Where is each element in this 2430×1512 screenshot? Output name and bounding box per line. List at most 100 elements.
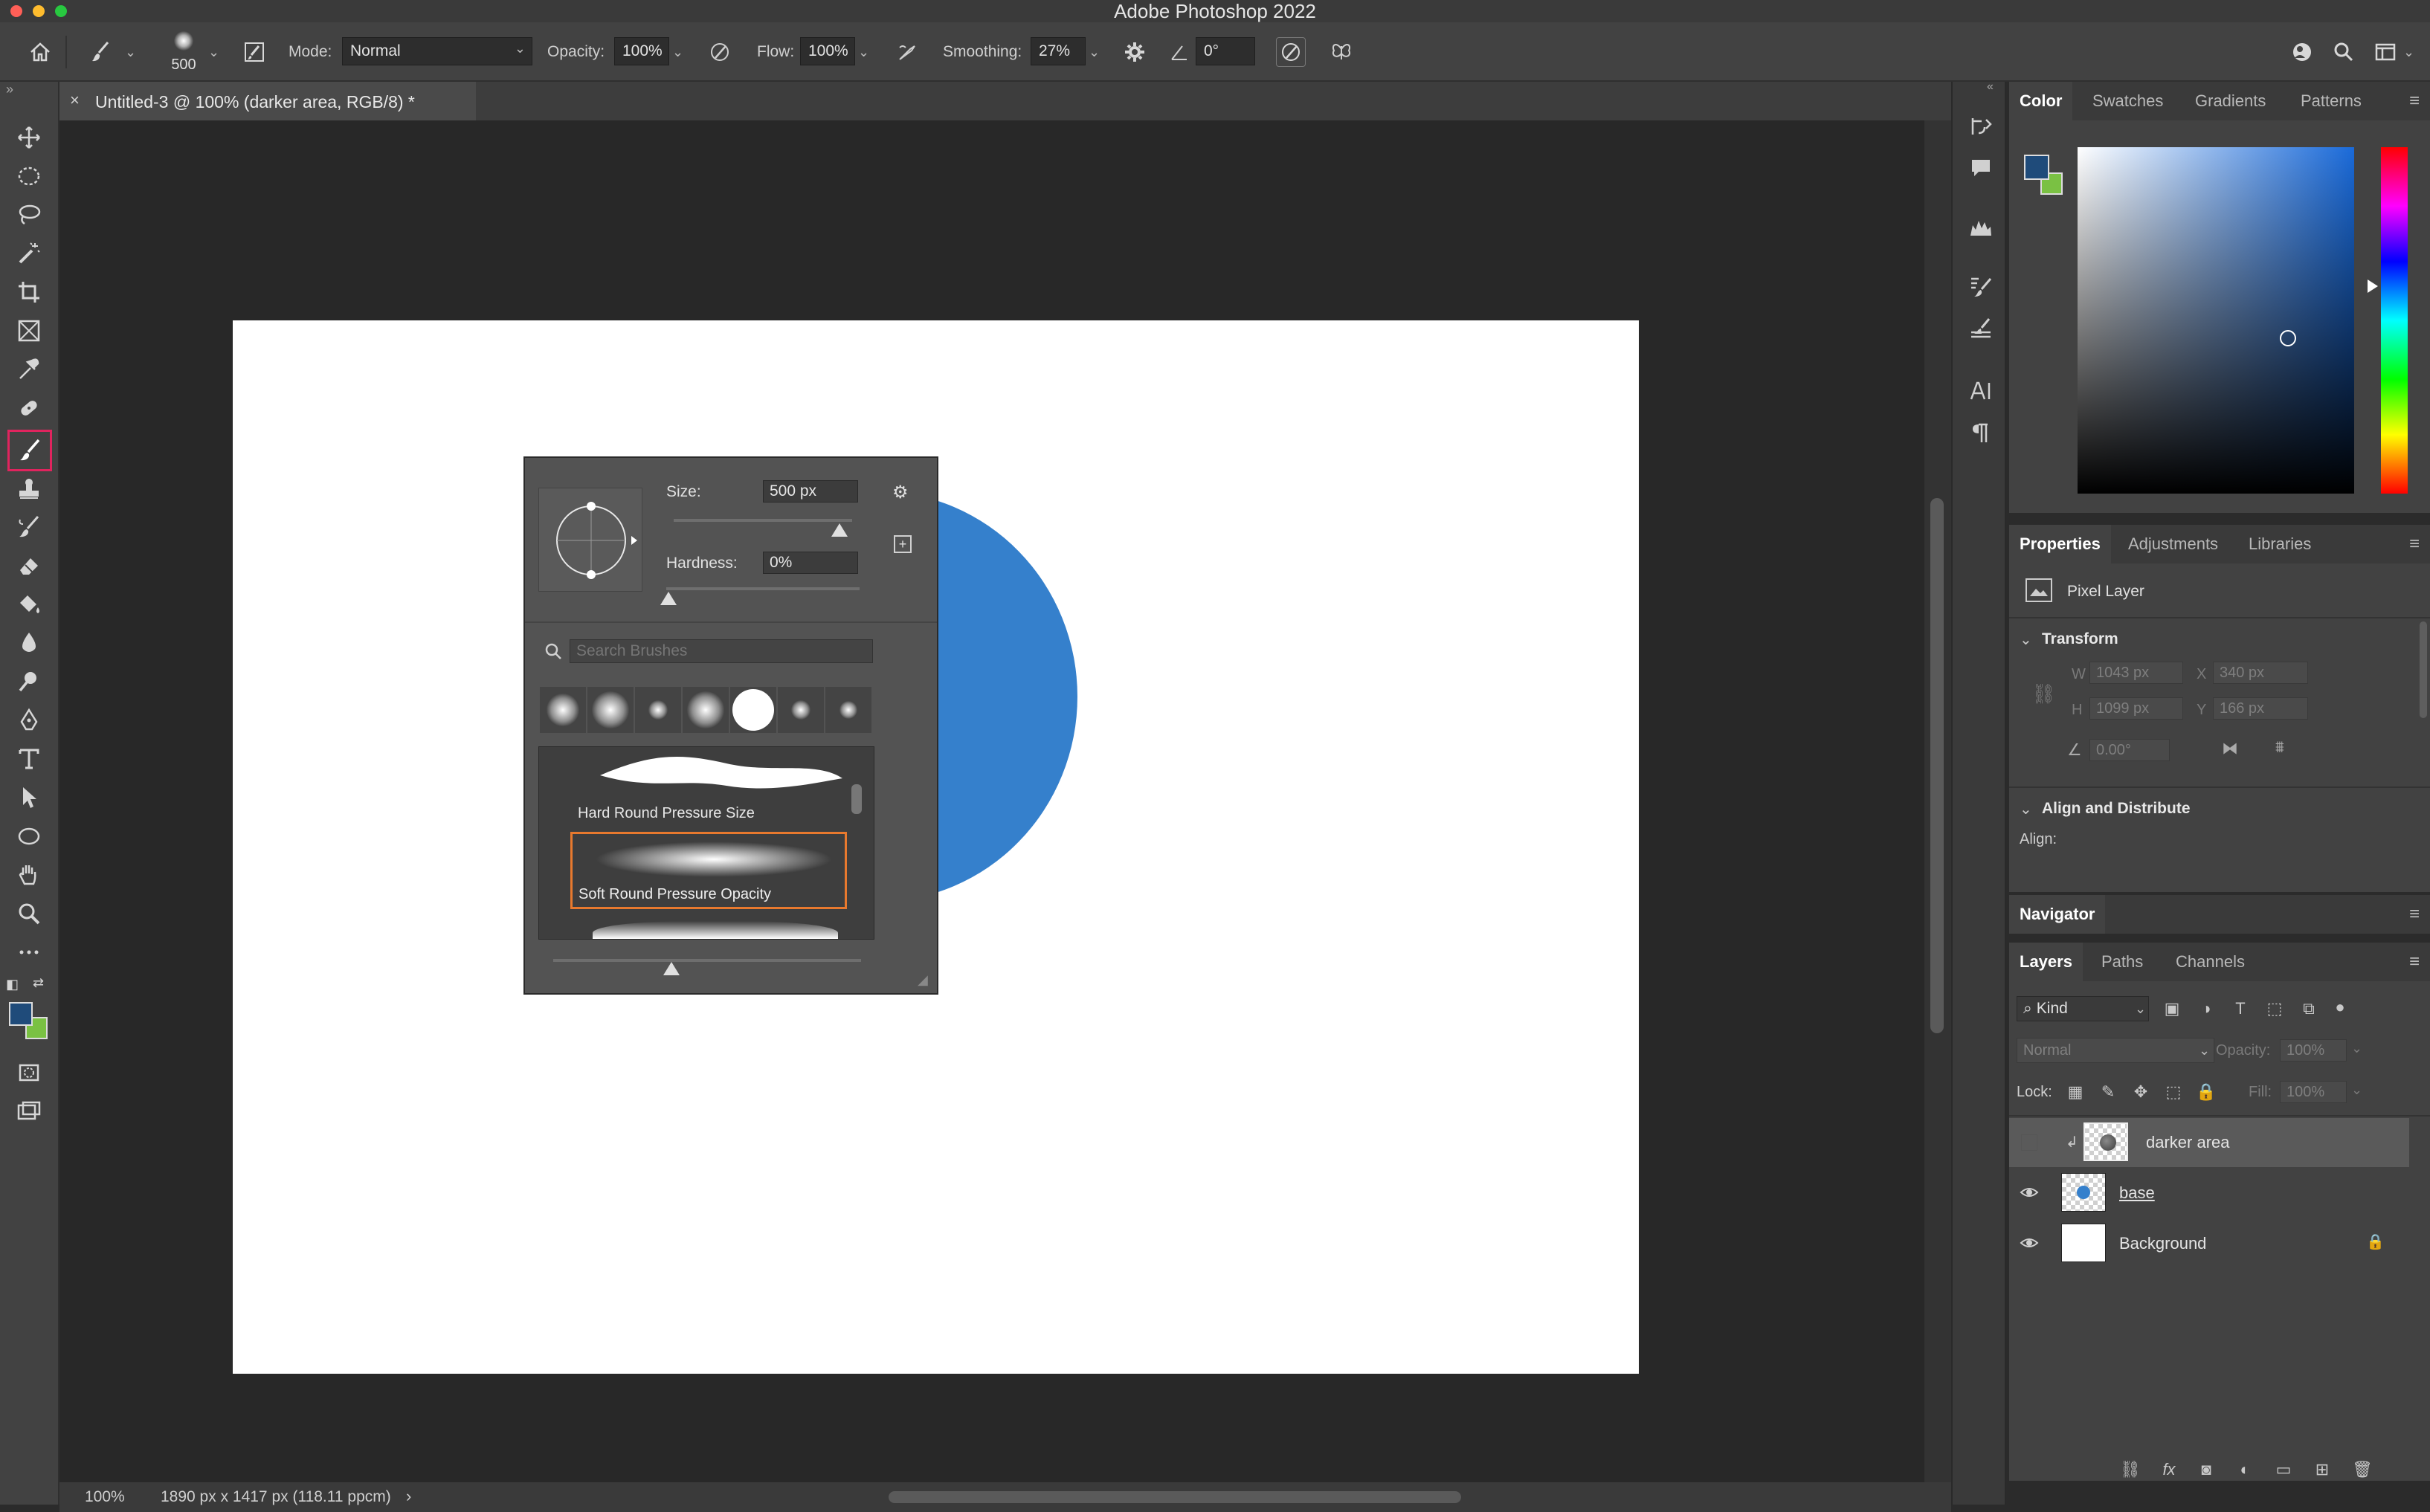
eyedropper-tool-icon[interactable] (12, 352, 46, 387)
flip-vertical-icon[interactable]: ⩩ (2275, 737, 2284, 757)
brush-size-preview[interactable]: 500 (165, 30, 202, 77)
brush-preset-soft-round-medium[interactable] (778, 687, 824, 733)
angle-input[interactable]: 0° (1196, 37, 1255, 65)
filter-toggle-icon[interactable]: ● (2329, 996, 2351, 1018)
hue-slider[interactable] (2381, 147, 2408, 494)
panel-menu-icon[interactable]: ≡ (2409, 534, 2420, 555)
link-layers-icon[interactable]: ⛓ (2119, 1458, 2141, 1481)
new-group-icon[interactable]: ▭ (2272, 1458, 2295, 1481)
brush-preset-soft-round-large[interactable] (587, 687, 634, 733)
tab-navigator[interactable]: Navigator (2009, 895, 2106, 934)
zoom-tool-icon[interactable] (12, 896, 46, 931)
size-slider-thumb[interactable] (831, 523, 848, 537)
flip-horizontal-icon[interactable]: ⧓ (2222, 739, 2238, 758)
resize-grip-icon[interactable]: ◢ (918, 972, 928, 988)
brush-tool-icon[interactable] (7, 430, 52, 471)
airbrush-icon[interactable] (892, 37, 922, 67)
vertical-scroll-thumb[interactable] (1930, 498, 1944, 1033)
hue-slider-marker[interactable] (2368, 280, 2378, 293)
properties-scroll-thumb[interactable] (2420, 621, 2427, 718)
fx-icon[interactable]: fx (2158, 1458, 2180, 1481)
layer-name[interactable]: Background (2119, 1234, 2206, 1253)
lock-image-icon[interactable]: ✎ (2097, 1081, 2119, 1103)
home-icon[interactable] (25, 37, 55, 67)
layer-row-background[interactable]: Background 🔒 (2009, 1219, 2403, 1268)
tab-patterns[interactable]: Patterns (2301, 82, 2362, 120)
lock-transparency-icon[interactable]: ▦ (2064, 1081, 2086, 1103)
move-tool-icon[interactable] (12, 120, 46, 155)
width-input[interactable]: 1043 px (2089, 662, 2183, 684)
collapse-panels-icon[interactable]: « (1987, 80, 1994, 94)
character-icon[interactable] (1966, 376, 1996, 406)
zoom-level[interactable]: 100% (85, 1488, 125, 1506)
tab-gradients[interactable]: Gradients (2195, 82, 2266, 120)
y-input[interactable]: 166 px (2213, 697, 2308, 720)
brush-tip-preview[interactable] (538, 488, 642, 592)
panel-menu-icon[interactable]: ≡ (2409, 904, 2420, 925)
hardness-slider-thumb[interactable] (660, 592, 677, 605)
hand-tool-icon[interactable] (12, 858, 46, 892)
paragraph-icon[interactable] (1966, 418, 1996, 448)
lock-position-icon[interactable]: ✥ (2130, 1081, 2152, 1103)
height-input[interactable]: 1099 px (2089, 697, 2183, 720)
tool-presets-icon[interactable] (1966, 314, 1996, 343)
layer-opacity-input[interactable]: 100% (2280, 1039, 2347, 1062)
screen-mode-icon[interactable] (12, 1094, 46, 1128)
dodge-tool-icon[interactable] (12, 665, 46, 699)
marquee-tool-icon[interactable] (12, 159, 46, 193)
horizontal-scroll-thumb[interactable] (889, 1491, 1461, 1503)
tab-paths[interactable]: Paths (2101, 943, 2143, 981)
document-tab[interactable]: × Untitled-3 @ 100% (darker area, RGB/8)… (59, 82, 476, 120)
panel-menu-icon[interactable]: ≡ (2409, 91, 2420, 112)
comments-icon[interactable] (1966, 153, 1996, 183)
brush-item[interactable]: Hard Round Pressure Size (570, 753, 847, 827)
filter-pixel-icon[interactable]: ▣ (2161, 998, 2183, 1020)
fill-input[interactable]: 100% (2280, 1081, 2347, 1103)
gear-icon[interactable] (1120, 37, 1150, 67)
user-account-icon[interactable] (2287, 37, 2317, 67)
align-section-label[interactable]: Align and Distribute (2042, 800, 2191, 818)
layer-name[interactable]: darker area (2146, 1133, 2230, 1152)
new-layer-icon[interactable]: ⊞ (2311, 1458, 2333, 1481)
tab-properties[interactable]: Properties (2009, 525, 2111, 563)
chevron-down-icon[interactable]: ⌄ (2351, 1041, 2362, 1056)
tab-layers[interactable]: Layers (2009, 943, 2083, 981)
foreground-color-swatch[interactable] (2024, 155, 2049, 180)
new-preset-icon[interactable]: + (894, 535, 912, 553)
brush-settings-panel-icon[interactable] (239, 37, 269, 67)
chevron-right-icon[interactable]: › (406, 1487, 411, 1506)
opacity-chevron-icon[interactable]: ⌄ (672, 22, 683, 82)
angle-input[interactable]: 0.00° (2089, 739, 2170, 761)
blur-tool-icon[interactable] (12, 626, 46, 660)
hardness-input[interactable]: 0% (763, 552, 858, 574)
histogram-icon[interactable] (1966, 213, 1996, 242)
brush-preset-icon[interactable] (86, 37, 116, 67)
new-adjustment-icon[interactable]: ◐ (2234, 1458, 2256, 1481)
workspace-icon[interactable] (2371, 37, 2400, 67)
chevron-down-icon[interactable]: ⌄ (2020, 800, 2032, 818)
type-tool-icon[interactable] (12, 742, 46, 776)
quick-mask-icon[interactable] (12, 1056, 46, 1090)
size-slider[interactable] (674, 519, 852, 522)
panel-menu-icon[interactable]: ≡ (2409, 952, 2420, 972)
search-icon[interactable] (2329, 37, 2359, 67)
brush-search-input[interactable] (570, 639, 873, 663)
frame-tool-icon[interactable] (12, 314, 46, 348)
healing-brush-tool-icon[interactable] (12, 391, 46, 425)
tab-swatches[interactable]: Swatches (2092, 82, 2163, 120)
flow-input[interactable]: 100% (800, 37, 855, 65)
brush-preset-soft-round-airbrush[interactable] (683, 687, 729, 733)
filter-type-icon[interactable]: T (2229, 998, 2252, 1020)
path-selection-tool-icon[interactable] (12, 781, 46, 815)
history-brush-tool-icon[interactable] (12, 510, 46, 544)
magic-wand-tool-icon[interactable] (12, 236, 46, 271)
visibility-toggle-off[interactable] (2021, 1134, 2037, 1151)
preview-size-slider[interactable] (553, 959, 861, 962)
tool-preset-chevron-icon[interactable]: ⌄ (125, 22, 136, 82)
transform-section-label[interactable]: Transform (2042, 630, 2118, 648)
filter-smart-object-icon[interactable]: ⧉ (2298, 998, 2320, 1020)
color-picker-field[interactable] (2078, 147, 2354, 494)
hardness-slider[interactable] (666, 587, 860, 590)
trash-icon[interactable]: 🗑 (2351, 1458, 2373, 1481)
flow-chevron-icon[interactable]: ⌄ (858, 22, 869, 82)
